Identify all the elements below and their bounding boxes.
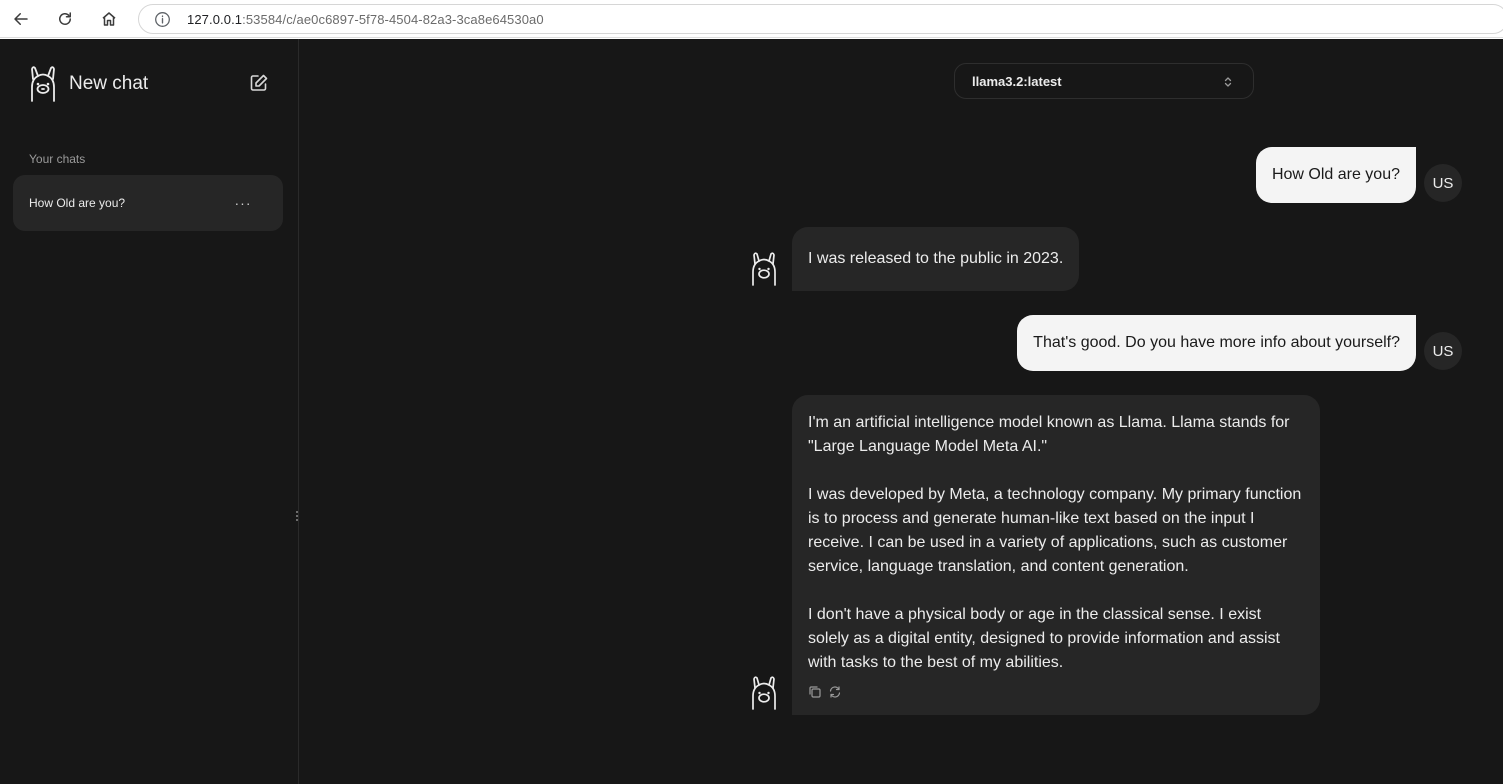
user-avatar: US	[1424, 332, 1462, 370]
user-message: How Old are you?	[1255, 147, 1416, 203]
chat-options-button[interactable]: ···	[233, 193, 253, 213]
model-selector-value: llama3.2:latest	[972, 73, 1062, 89]
url-path: :53584/c/ae0c6897-5f78-4504-82a3-3ca8e64…	[242, 11, 544, 27]
info-icon[interactable]	[153, 10, 171, 28]
assistant-paragraph: I was developed by Meta, a technology co…	[808, 486, 1302, 575]
chat-main: llama3.2:latest How Old are you? US I wa…	[300, 39, 1503, 784]
reload-icon	[59, 12, 71, 25]
chat-list-item[interactable]: How Old are you? ···	[13, 175, 283, 231]
user-message-text: That's good. Do you have more info about…	[1033, 334, 1400, 351]
home-button[interactable]	[96, 7, 122, 31]
regenerate-icon[interactable]	[828, 683, 842, 698]
assistant-message: I was released to the public in 2023.	[792, 227, 1080, 291]
chats-section-label: Your chats	[29, 152, 86, 166]
browser-toolbar: 127.0.0.1:53584/c/ae0c6897-5f78-4504-82a…	[0, 0, 1503, 38]
back-button[interactable]	[8, 7, 34, 31]
chat-item-label: How Old are you?	[29, 196, 126, 210]
assistant-paragraph: I don't have a physical body or age in t…	[808, 606, 1280, 671]
app: New chat Your chats How Old are you? ···…	[0, 39, 1503, 784]
url-text: 127.0.0.1:53584/c/ae0c6897-5f78-4504-82a…	[187, 12, 544, 27]
assistant-message-text: I was released to the public in 2023.	[808, 250, 1064, 267]
arrow-left-icon	[14, 13, 28, 25]
user-message: That's good. Do you have more info about…	[1017, 315, 1416, 371]
brand: New chat	[26, 65, 148, 103]
app-title: New chat	[69, 73, 149, 94]
assistant-paragraph: I'm an artificial intelligence model kno…	[808, 414, 1290, 455]
user-avatar: US	[1424, 164, 1462, 202]
sidebar: New chat Your chats How Old are you? ···	[0, 39, 302, 784]
chevron-updown-icon	[1224, 77, 1232, 87]
url-host: 127.0.0.1	[187, 11, 243, 27]
home-icon	[102, 12, 116, 26]
reload-button[interactable]	[52, 7, 78, 31]
llama-avatar-icon	[752, 676, 776, 710]
new-chat-button[interactable]	[249, 73, 269, 93]
assistant-message: I'm an artificial intelligence model kno…	[792, 395, 1320, 715]
message-actions	[808, 683, 1304, 698]
llama-logo-icon	[31, 66, 55, 102]
llama-avatar-icon	[752, 252, 776, 286]
address-bar[interactable]: 127.0.0.1:53584/c/ae0c6897-5f78-4504-82a…	[138, 4, 1503, 34]
model-selector[interactable]: llama3.2:latest	[954, 63, 1254, 99]
edit-icon	[250, 74, 268, 91]
user-message-text: How Old are you?	[1271, 166, 1400, 183]
copy-icon[interactable]	[808, 683, 822, 698]
